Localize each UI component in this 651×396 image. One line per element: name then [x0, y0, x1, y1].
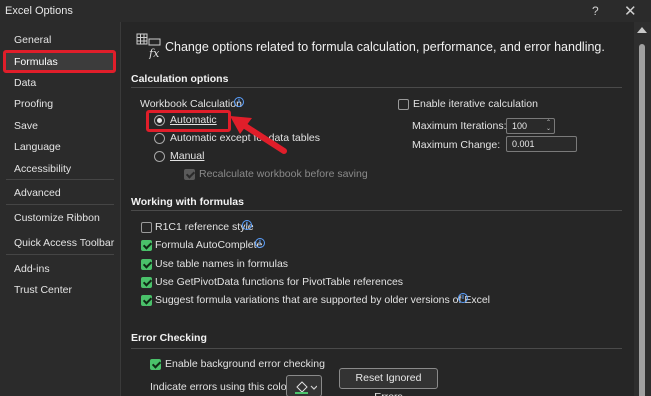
recalculate-before-save-checkbox [184, 169, 195, 180]
info-icon[interactable]: i [458, 293, 468, 303]
radio-manual[interactable] [154, 151, 165, 162]
sidebar-nav: General Formulas Data Proofing Save Lang… [0, 22, 120, 396]
sidebar-divider [6, 179, 114, 180]
table-names-label: Use table names in formulas [155, 258, 289, 270]
radio-manual-label[interactable]: Manual [170, 150, 204, 162]
r1c1-reference-checkbox[interactable] [141, 222, 152, 233]
workbook-calculation-label: Workbook Calculation [140, 98, 242, 110]
reset-ignored-errors-button[interactable]: Reset Ignored Errors [339, 368, 438, 396]
section-divider [131, 210, 622, 211]
max-iterations-label: Maximum Iterations: [412, 120, 507, 132]
window-title: Excel Options [5, 5, 73, 17]
getpivotdata-label: Use GetPivotData functions for PivotTabl… [155, 276, 404, 288]
section-title-working-with-formulas: Working with formulas [131, 196, 244, 208]
background-error-checking-checkbox[interactable] [150, 359, 161, 370]
sidebar-divider [6, 204, 114, 205]
iterative-calculation-label: Enable iterative calculation [413, 98, 538, 110]
section-title-error-checking: Error Checking [131, 332, 207, 344]
formula-autocomplete-checkbox[interactable] [141, 240, 152, 251]
sidebar-item-general[interactable]: General [4, 30, 116, 50]
max-change-label: Maximum Change: [412, 139, 501, 151]
info-icon[interactable]: i [234, 97, 244, 107]
spinner-icon[interactable]: ⌃ ⌄ [546, 120, 551, 132]
info-icon[interactable]: i [255, 238, 265, 248]
sidebar-item-accessibility[interactable]: Accessibility [4, 159, 116, 179]
r1c1-reference-label: R1C1 reference style [155, 221, 254, 233]
sidebar-item-trust-center[interactable]: Trust Center [4, 280, 116, 300]
max-iterations-value: 100 [512, 121, 528, 131]
help-icon[interactable]: ? [592, 4, 599, 18]
error-color-label: Indicate errors using this color: [150, 381, 293, 393]
suggest-variations-label: Suggest formula variations that are supp… [155, 294, 491, 306]
scroll-up-icon[interactable] [637, 27, 647, 33]
formulas-highlight-box [3, 50, 116, 73]
sidebar-divider [6, 254, 114, 255]
recalculate-before-save-label: Recalculate workbook before saving [199, 168, 368, 180]
svg-text:fx: fx [148, 47, 160, 59]
red-arrow-annotation [230, 116, 287, 154]
max-change-value: 0.001 [512, 139, 535, 149]
automatic-highlight-box [146, 110, 231, 132]
sidebar-item-customize-ribbon[interactable]: Customize Ribbon [4, 208, 116, 228]
iterative-calculation-checkbox[interactable] [398, 99, 409, 110]
close-icon[interactable]: ✕ [624, 2, 637, 20]
sidebar-item-data[interactable]: Data [4, 73, 116, 93]
error-color-picker[interactable] [286, 375, 322, 396]
sidebar-item-quick-access-toolbar[interactable]: Quick Access Toolbar [4, 233, 116, 253]
vertical-scrollbar[interactable] [634, 22, 651, 396]
max-iterations-input[interactable]: 100 ⌃ ⌄ [506, 118, 555, 134]
formula-options-icon: fx [136, 33, 161, 59]
info-icon[interactable]: i [242, 220, 252, 230]
table-names-checkbox[interactable] [141, 259, 152, 270]
getpivotdata-checkbox[interactable] [141, 277, 152, 288]
page-header-text: Change options related to formula calcul… [165, 40, 605, 54]
section-divider [131, 87, 622, 88]
background-error-checking-label: Enable background error checking [165, 358, 325, 370]
radio-manual-text: Manual [170, 150, 205, 162]
sidebar-item-proofing[interactable]: Proofing [4, 94, 116, 114]
sidebar-item-add-ins[interactable]: Add-ins [4, 259, 116, 279]
section-divider [131, 348, 622, 349]
formula-autocomplete-label: Formula AutoComplete [155, 239, 263, 251]
sidebar-item-save[interactable]: Save [4, 116, 116, 136]
sidebar-item-advanced[interactable]: Advanced [4, 183, 116, 203]
section-title-calculation: Calculation options [131, 73, 229, 85]
paint-bucket-icon [295, 381, 317, 394]
radio-automatic-except-tables[interactable] [154, 133, 165, 144]
sidebar-item-language[interactable]: Language [4, 137, 116, 157]
scrollbar-thumb[interactable] [639, 44, 645, 396]
title-bar: Excel Options ? ✕ [0, 0, 651, 22]
max-change-input[interactable]: 0.001 [506, 136, 577, 152]
suggest-variations-checkbox[interactable] [141, 295, 152, 306]
